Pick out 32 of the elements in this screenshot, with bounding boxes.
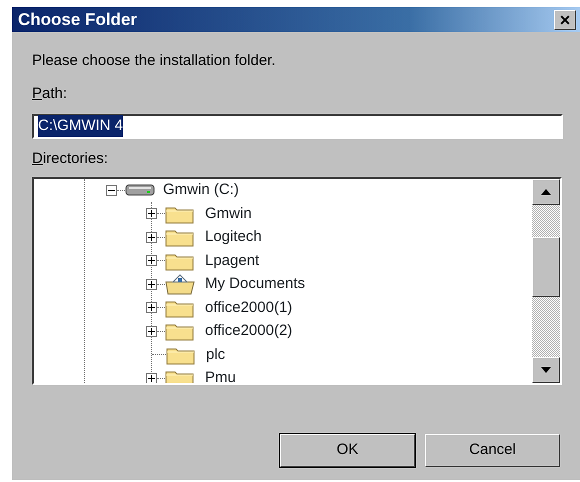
collapse-icon[interactable]	[106, 184, 117, 196]
tree-item[interactable]: Logitech	[205, 226, 262, 248]
window-title: Choose Folder	[18, 8, 138, 31]
tree-item[interactable]: office2000(1)	[205, 296, 292, 319]
expand-icon[interactable]	[146, 208, 157, 220]
tree-item[interactable]: Gmwin (C:)	[163, 179, 239, 202]
expand-icon[interactable]	[146, 278, 157, 290]
drive-icon	[125, 183, 155, 198]
path-label: Path:	[32, 84, 68, 104]
expand-icon[interactable]	[146, 326, 157, 337]
tree-item[interactable]: office2000(2)	[205, 320, 292, 342]
scroll-down-button[interactable]	[532, 356, 560, 382]
expand-icon[interactable]	[146, 302, 157, 314]
prompt-text: Please choose the installation folder.	[32, 51, 276, 71]
tree-item[interactable]: Pmu	[205, 367, 236, 382]
tree-item[interactable]: Lpagent	[205, 250, 260, 272]
directories-label: Directories:	[32, 148, 108, 168]
dialog-button[interactable]: OK	[280, 434, 415, 466]
tree-item[interactable]: My Documents	[205, 273, 306, 296]
down-arrow-icon	[541, 366, 551, 372]
close-button[interactable]: ×	[554, 10, 576, 30]
scroll-thumb[interactable]	[532, 236, 560, 296]
scroll-up-button[interactable]	[532, 178, 560, 204]
expand-icon[interactable]	[146, 372, 157, 382]
folder-icon	[165, 273, 195, 296]
up-arrow-icon	[541, 188, 551, 194]
tree-item[interactable]: Gmwin	[205, 202, 252, 225]
expand-icon[interactable]	[146, 232, 157, 243]
expand-icon[interactable]	[146, 255, 157, 266]
path-field[interactable]: C:\GMWIN 4	[32, 114, 563, 138]
tree-item[interactable]: plc	[206, 344, 226, 366]
dialog-button[interactable]: Cancel	[425, 434, 560, 466]
